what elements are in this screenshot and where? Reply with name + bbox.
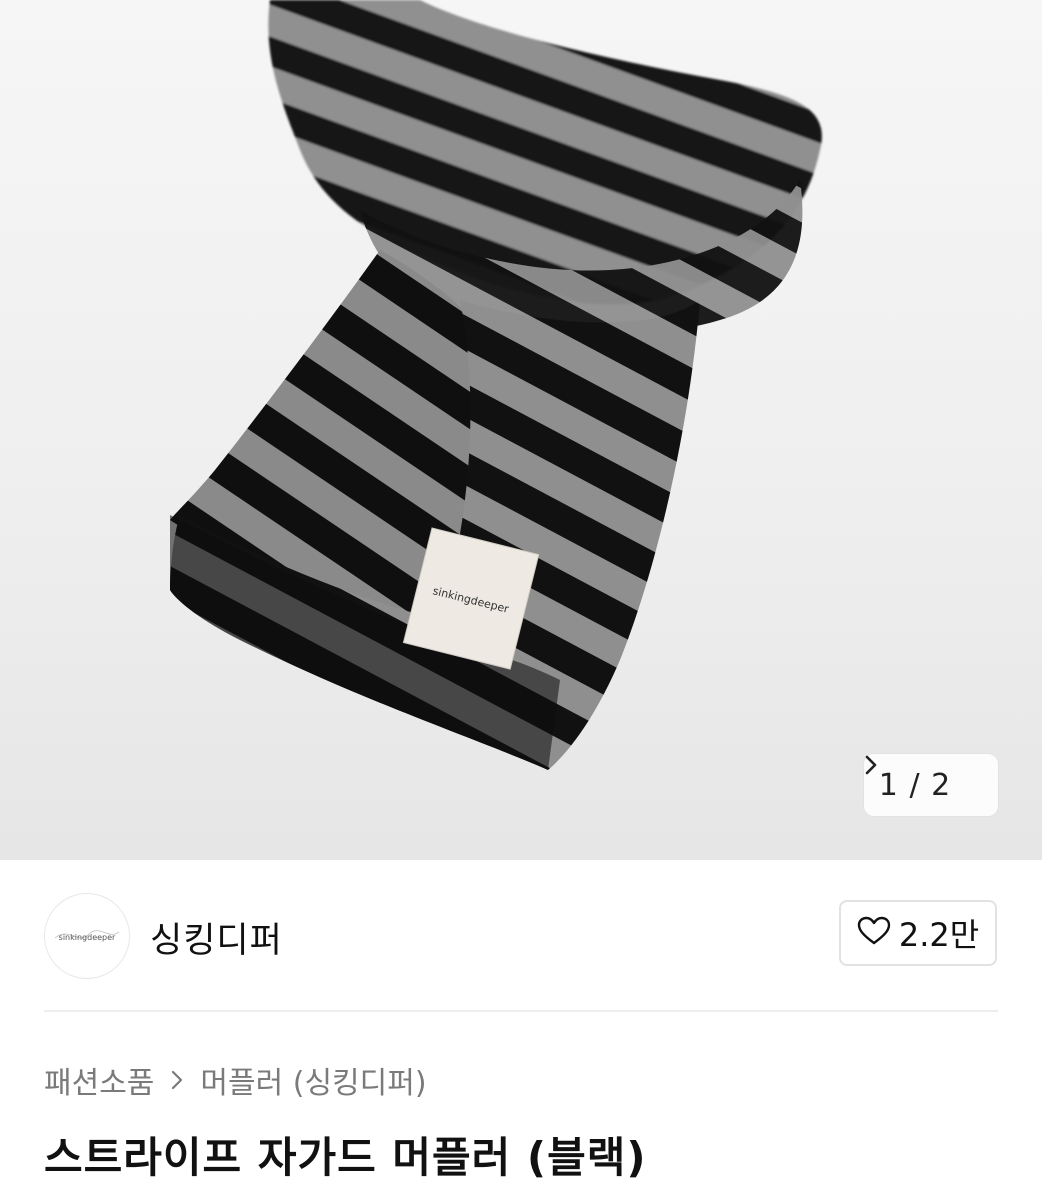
svg-text:sinkingdeeper: sinkingdeeper	[59, 933, 116, 942]
pager-separator: /	[909, 767, 921, 803]
product-title: 스트라이프 자가드 머플러 (블랙)	[44, 1133, 647, 1182]
product-detail-page: sinkingdeeper 1 / 2 sinkingdeeper 싱킹디퍼 2…	[0, 0, 1042, 1200]
image-pager[interactable]: 1 / 2	[864, 754, 998, 816]
pager-current: 1	[878, 767, 899, 803]
breadcrumb: 패션소품 머플러 (싱킹디퍼)	[44, 1058, 427, 1102]
chevron-right-icon	[168, 1070, 186, 1090]
like-count: 2.2만	[898, 916, 980, 954]
like-button[interactable]: 2.2만	[839, 900, 997, 966]
seller-name[interactable]: 싱킹디퍼	[150, 912, 283, 963]
image-pager-counter: 1 / 2	[879, 768, 951, 803]
product-image: sinkingdeeper	[170, 0, 822, 770]
divider	[44, 1010, 998, 1012]
seller-avatar[interactable]: sinkingdeeper	[44, 893, 130, 979]
pager-total: 2	[931, 767, 952, 803]
chevron-right-icon[interactable]	[865, 755, 983, 796]
seller-section: sinkingdeeper 싱킹디퍼 2.2만	[0, 860, 1042, 1010]
breadcrumb-subcategory[interactable]: 머플러 (싱킹디퍼)	[200, 1058, 426, 1102]
breadcrumb-category[interactable]: 패션소품	[44, 1058, 154, 1102]
product-image-gallery[interactable]: sinkingdeeper 1 / 2	[0, 0, 1042, 860]
heart-icon	[857, 916, 891, 950]
